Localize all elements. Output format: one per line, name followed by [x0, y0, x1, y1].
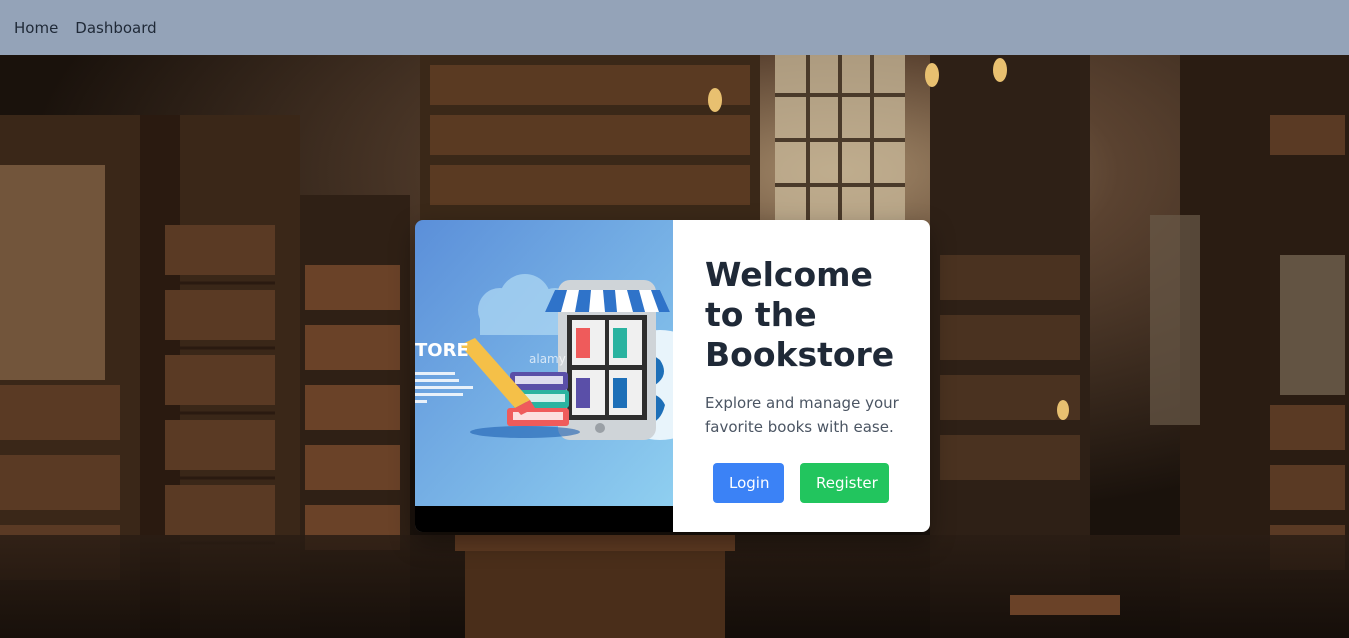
nav-dashboard-link[interactable]: Dashboard [75, 19, 156, 37]
welcome-content: Welcome to the Bookstore Explore and man… [673, 220, 930, 532]
welcome-subtitle: Explore and manage your favorite books w… [705, 394, 899, 436]
login-button[interactable]: Login [713, 463, 784, 503]
auth-buttons: Login Register [705, 463, 930, 503]
register-button[interactable]: Register [800, 463, 889, 503]
bookstore-illustration: TORE alamy [415, 220, 673, 532]
welcome-card: TORE alamy Welcome to the Bookstore Expl… [415, 220, 930, 532]
illustration-watermark: alamy [529, 352, 566, 366]
nav-home-link[interactable]: Home [14, 19, 58, 37]
welcome-title: Welcome to the Bookstore [705, 255, 895, 374]
illustration-store-text: TORE [415, 340, 469, 361]
top-navbar: Home Dashboard [0, 0, 1349, 55]
hero-section: TORE alamy Welcome to the Bookstore Expl… [0, 55, 1349, 638]
